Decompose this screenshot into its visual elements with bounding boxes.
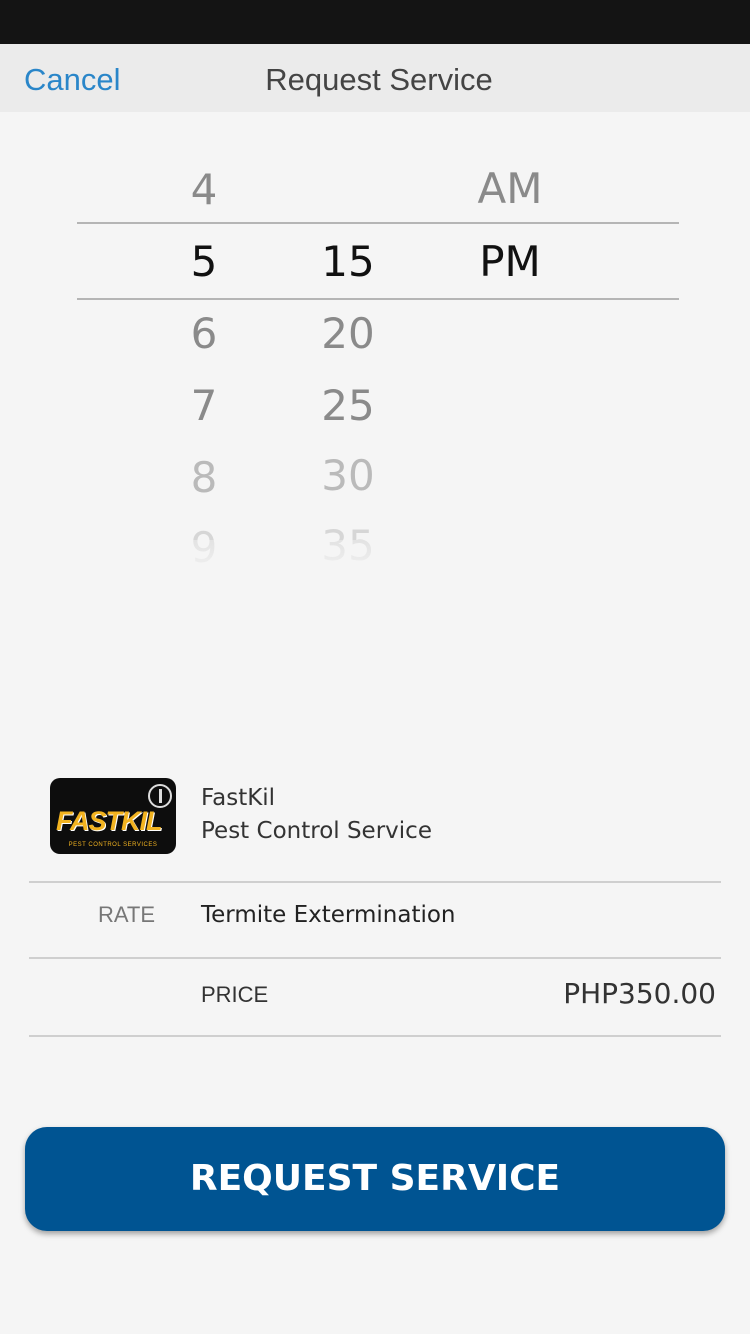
request-service-button[interactable]: REQUEST SERVICE <box>25 1127 725 1231</box>
provider-type: Pest Control Service <box>201 818 432 844</box>
status-bar <box>0 0 750 44</box>
logo-subtext: PEST CONTROL SERVICES <box>68 842 158 848</box>
hour-option[interactable]: 4 <box>164 154 244 226</box>
divider <box>29 881 721 883</box>
page-title: Request Service <box>265 62 493 97</box>
hour-option-selected[interactable]: 5 <box>164 226 244 298</box>
hour-option[interactable]: 6 <box>164 298 244 370</box>
rate-value: Termite Extermination <box>201 902 456 928</box>
logo-emblem-icon <box>148 784 172 808</box>
period-wheel[interactable]: AM PM <box>450 150 570 580</box>
period-option-selected[interactable]: PM <box>450 226 570 298</box>
divider <box>29 1035 721 1037</box>
minute-option[interactable]: 25 <box>298 370 398 442</box>
hour-wheel[interactable]: 4 5 6 7 8 9 <box>164 150 244 580</box>
logo-text: FASTKIL <box>56 806 162 836</box>
provider-card: FASTKIL PEST CONTROL SERVICES FastKil Pe… <box>0 770 750 870</box>
period-option[interactable]: AM <box>450 153 570 225</box>
minute-option-selected[interactable]: 15 <box>298 226 398 298</box>
minute-wheel[interactable]: 15 20 25 30 35 <box>298 150 398 580</box>
navigation-bar: Cancel Request Service <box>0 44 750 112</box>
hour-option[interactable]: 7 <box>164 370 244 442</box>
time-picker[interactable]: 4 5 6 7 8 9 15 20 25 30 35 AM PM <box>0 150 750 580</box>
provider-logo: FASTKIL PEST CONTROL SERVICES <box>50 778 176 854</box>
price-value: PHP350.00 <box>563 977 716 1010</box>
hour-option[interactable]: 8 <box>164 442 244 514</box>
rate-label: RATE <box>98 902 156 927</box>
minute-option[interactable]: 30 <box>298 440 398 512</box>
price-label: PRICE <box>201 982 269 1007</box>
provider-name: FastKil <box>201 785 276 811</box>
divider <box>29 957 721 959</box>
minute-option[interactable]: 20 <box>298 298 398 370</box>
picker-fade-mask <box>0 540 750 580</box>
